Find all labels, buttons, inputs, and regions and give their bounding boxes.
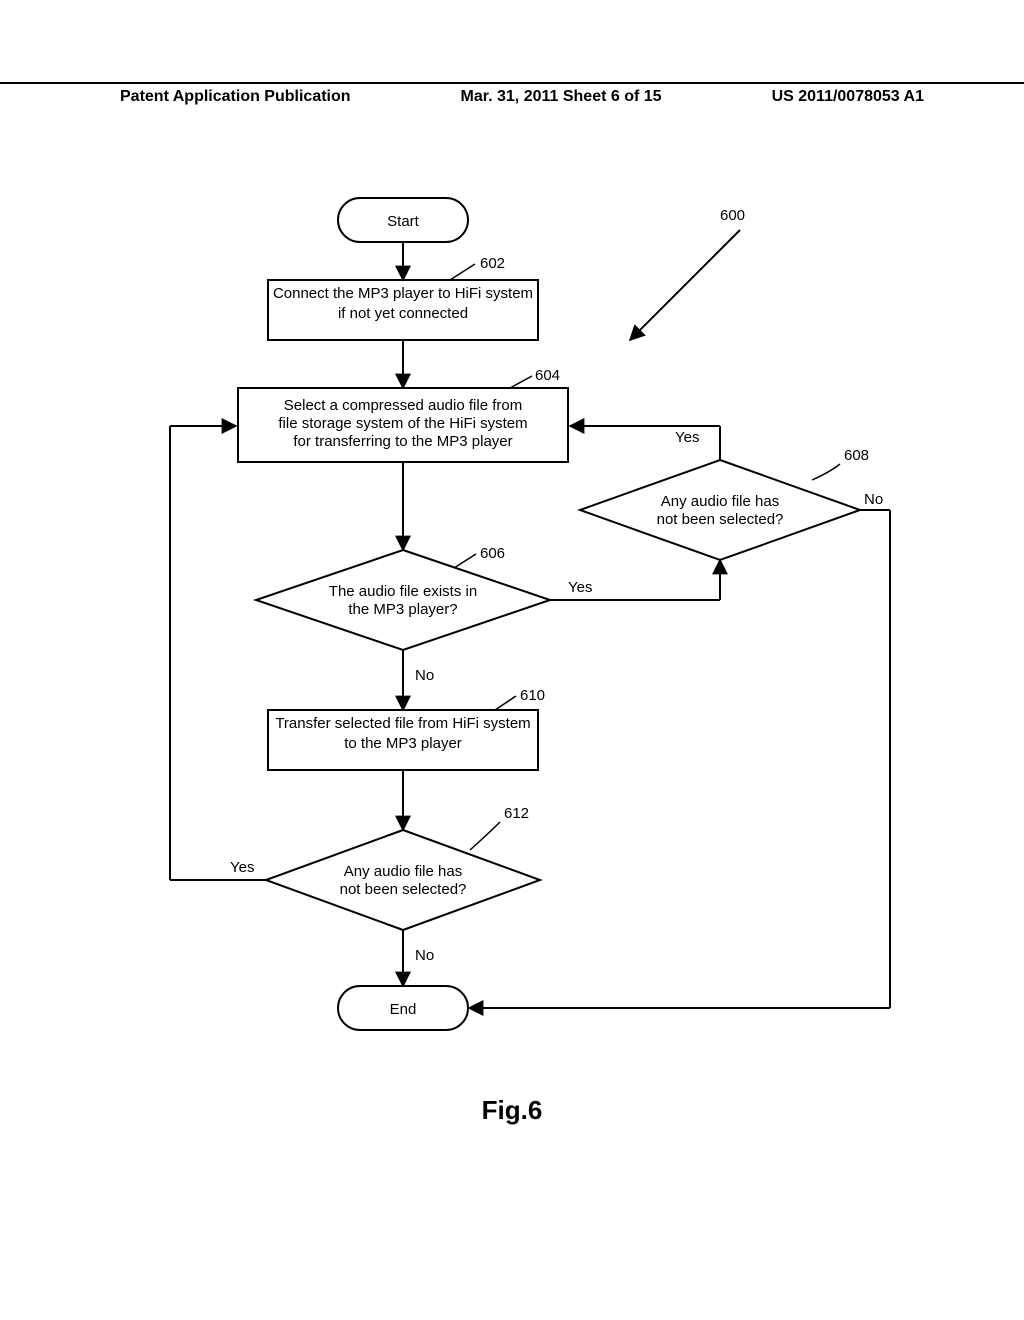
- node-608-l1: Any audio file has: [661, 493, 779, 510]
- node-606-l2: the MP3 player?: [348, 601, 457, 618]
- node-start: Start: [387, 213, 420, 230]
- header-middle: Mar. 31, 2011 Sheet 6 of 15: [461, 88, 662, 106]
- label-608-no: No: [864, 491, 883, 508]
- ref-604: 604: [535, 367, 560, 384]
- node-604-l1: Select a compressed audio file from: [284, 397, 522, 414]
- label-612-yes: Yes: [230, 859, 254, 876]
- header-left: Patent Application Publication: [120, 88, 351, 106]
- label-606-yes: Yes: [568, 579, 592, 596]
- flowchart-diagram: Start 600 Connect the MP3 player to HiFi…: [120, 170, 920, 1120]
- ref-610: 610: [520, 687, 545, 704]
- page-header: Patent Application Publication Mar. 31, …: [0, 82, 1024, 106]
- label-608-yes: Yes: [675, 429, 699, 446]
- node-604-l2: file storage system of the HiFi system: [278, 415, 527, 432]
- node-612-l2: not been selected?: [340, 881, 467, 898]
- node-end: End: [390, 1001, 417, 1018]
- label-606-no: No: [415, 667, 434, 684]
- figure-caption: Fig.6: [0, 1095, 1024, 1126]
- ref-602: 602: [480, 255, 505, 272]
- ref-600: 600: [720, 207, 745, 224]
- ref-608: 608: [844, 447, 869, 464]
- ref-606: 606: [480, 545, 505, 562]
- node-606-l1: The audio file exists in: [329, 583, 477, 600]
- node-608-l2: not been selected?: [657, 511, 784, 528]
- header-right: US 2011/0078053 A1: [772, 88, 924, 106]
- node-610: Transfer selected file from HiFi system …: [272, 714, 534, 753]
- node-602: Connect the MP3 player to HiFi system if…: [272, 284, 534, 323]
- node-604-l3: for transferring to the MP3 player: [293, 433, 512, 450]
- ref-612: 612: [504, 805, 529, 822]
- label-612-no: No: [415, 947, 434, 964]
- node-612-l1: Any audio file has: [344, 863, 462, 880]
